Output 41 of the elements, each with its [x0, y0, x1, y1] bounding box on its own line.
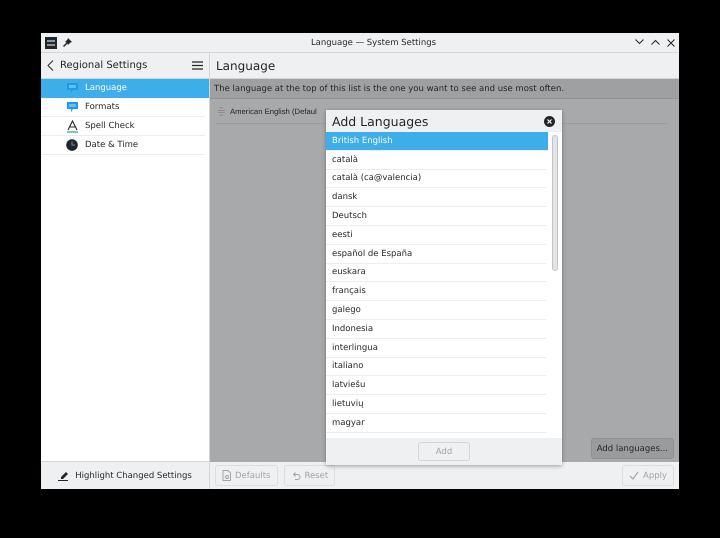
language-option[interactable]: eesti: [326, 226, 546, 245]
language-option[interactable]: español de España: [326, 244, 546, 264]
window-title: Language — System Settings: [310, 38, 438, 48]
language-option[interactable]: latviešu: [326, 376, 546, 396]
scrollbar-thumb[interactable]: [552, 135, 558, 271]
language-option[interactable]: dansk: [326, 188, 546, 208]
minimize-icon[interactable]: [635, 38, 644, 44]
language-option[interactable]: interlingua: [326, 338, 546, 358]
maximize-icon[interactable]: [651, 38, 660, 44]
pen-icon: [58, 470, 70, 481]
document-icon: [222, 470, 231, 481]
sidebar-title: Regional Settings: [60, 60, 148, 71]
sidebar-item[interactable]: Formats: [41, 98, 205, 117]
language-option[interactable]: Indonesia: [326, 320, 546, 339]
undo-icon: [290, 470, 300, 480]
speech-bubble-icon: [66, 82, 78, 94]
menu-icon[interactable]: [192, 61, 203, 70]
info-text: The language at the top of this list is the one you want to see and use most often.: [214, 84, 564, 94]
sidebar-item[interactable]: Date & Time: [41, 136, 205, 155]
pin-icon[interactable]: [63, 38, 72, 47]
close-icon[interactable]: [667, 38, 675, 46]
page-title: Language: [216, 58, 276, 72]
language-option[interactable]: lietuvių: [326, 395, 546, 414]
dialog-title: Add Languages: [332, 114, 428, 128]
language-option[interactable]: Deutsch: [326, 207, 546, 226]
language-option[interactable]: italiano: [326, 358, 546, 376]
close-icon[interactable]: [544, 116, 555, 126]
checkmark-icon: [629, 471, 639, 480]
speech-bubble-icon: [66, 101, 78, 113]
language-option[interactable]: català (ca@valencia): [326, 170, 546, 188]
language-option[interactable]: français: [326, 282, 546, 302]
language-option[interactable]: magyar: [326, 414, 546, 433]
sidebar-item[interactable]: Spell Check: [41, 117, 205, 136]
letter-a-icon: [66, 120, 78, 132]
language-option[interactable]: català: [326, 150, 546, 170]
add-languages-button[interactable]: Add languages...: [590, 438, 674, 459]
app-icon: [45, 36, 57, 48]
language-option[interactable]: galego: [326, 301, 546, 320]
clock-icon: [66, 139, 78, 151]
drag-handle-icon[interactable]: [218, 106, 225, 116]
language-option[interactable]: euskara: [326, 264, 546, 282]
